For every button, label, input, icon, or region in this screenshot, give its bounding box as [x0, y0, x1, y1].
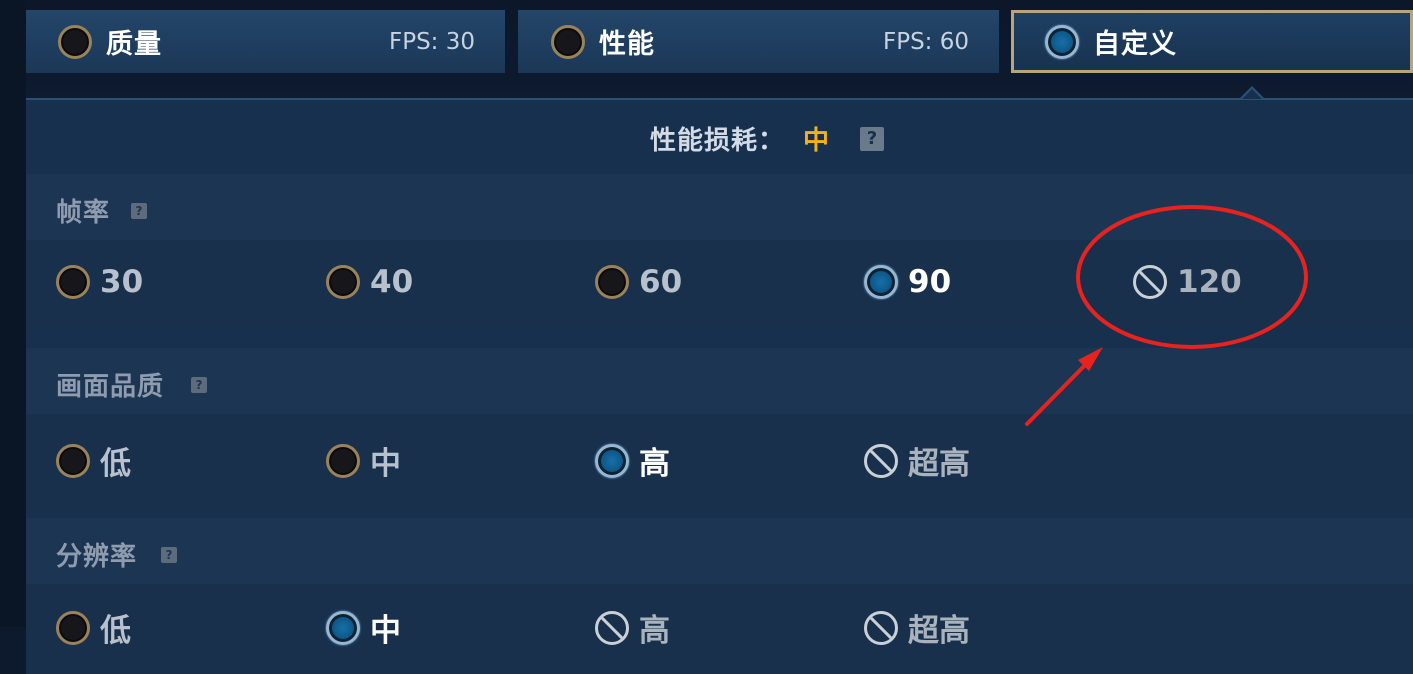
annotation-arrow-shaft [1025, 356, 1094, 426]
annotation-overlay [1025, 205, 1308, 426]
highlight-ellipse [1076, 205, 1308, 349]
